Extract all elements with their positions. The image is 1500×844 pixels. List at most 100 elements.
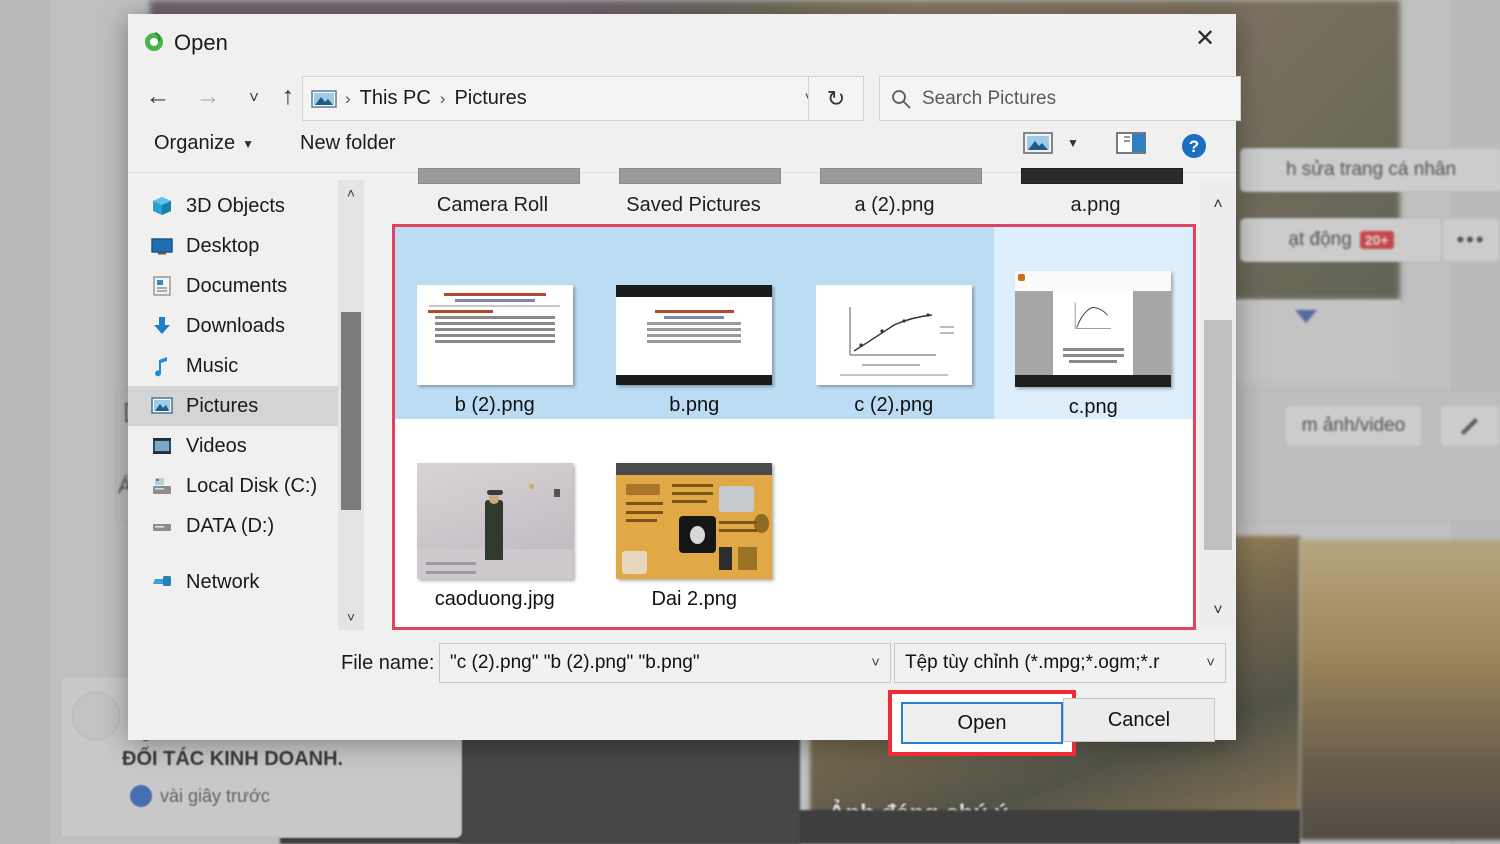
file-scroll-thumb[interactable] <box>1204 320 1232 550</box>
sidebar-label-documents: Documents <box>186 274 288 297</box>
sidebar-item-desktop[interactable]: Desktop <box>128 226 364 266</box>
sidebar-label-desktop: Desktop <box>186 234 260 257</box>
sidebar-item-pictures[interactable]: Pictures <box>128 386 364 426</box>
organize-button[interactable]: Organize ▼ <box>154 132 254 155</box>
dialog-footer: File name: "c (2).png" "b (2).png" "b.pn… <box>128 630 1236 756</box>
change-view-button[interactable]: ▼ <box>1023 131 1079 155</box>
refresh-icon[interactable]: ↻ <box>808 76 864 121</box>
browser-chrome <box>616 285 773 297</box>
breadcrumb-separator-1: › <box>439 88 446 108</box>
line-chart-preview <box>815 285 972 385</box>
file-thumbnail <box>416 285 573 385</box>
file-label: Dai 2.png <box>651 588 738 610</box>
sidebar-item-music[interactable]: Music <box>128 346 364 386</box>
file-type-chevron-down-icon[interactable]: ˅ <box>1206 654 1215 671</box>
sidebar-item-documents[interactable]: Documents <box>128 266 364 306</box>
file-item-caoduong-jpg[interactable]: caoduong.jpg <box>395 419 595 611</box>
image-thumb-stub <box>1021 168 1183 184</box>
file-label: a.png <box>1070 194 1121 216</box>
sidebar-item-3d-objects[interactable]: 3D Objects <box>128 186 364 226</box>
help-icon[interactable]: ? <box>1180 132 1208 160</box>
network-icon <box>150 570 174 594</box>
file-row: caoduong.jpg Dai 2.png <box>395 419 1193 611</box>
breadcrumb-this-pc[interactable]: This PC <box>355 87 436 110</box>
cancel-button-label: Cancel <box>1107 708 1171 731</box>
file-list-scrollbar[interactable]: ˄ ˅ <box>1200 180 1236 630</box>
file-browser-area: Camera Roll Saved Pictures a (2).png a.p… <box>392 168 1236 630</box>
file-scroll-down-chevron-down-icon[interactable]: ˅ <box>1200 596 1236 626</box>
dialog-titlebar: Open ✕ <box>128 14 1236 68</box>
sidebar-label-network: Network <box>186 570 260 593</box>
file-name-chevron-down-icon[interactable]: ˅ <box>871 654 880 671</box>
file-row: b (2).png b.png c (2).png c.png <box>395 227 1193 419</box>
back-arrow-icon[interactable]: ← <box>138 76 178 116</box>
documents-icon <box>150 274 174 298</box>
folder-thumb-stub <box>619 168 781 184</box>
caret-down-icon: ▼ <box>242 136 255 151</box>
file-label: Camera Roll <box>436 194 549 216</box>
file-item-b-png[interactable]: b.png <box>594 227 794 419</box>
sidebar-scroll-down-chevron-down-icon[interactable]: ˅ <box>338 604 364 630</box>
cancel-button[interactable]: Cancel <box>1063 698 1215 742</box>
file-item-a-png[interactable]: a.png <box>995 168 1196 224</box>
dialog-title: Open <box>174 30 228 55</box>
file-item-dai-2-png[interactable]: Dai 2.png <box>595 419 795 611</box>
dialog-body: 3D Objects Desktop Documents Downloads M… <box>128 168 1236 630</box>
file-name-input[interactable]: "c (2).png" "b (2).png" "b.png" ˅ <box>439 643 891 683</box>
file-type-value: Tệp tùy chỉnh (*.mpg;*.ogm;*.r <box>905 652 1160 673</box>
file-label: c.png <box>1068 396 1118 418</box>
file-item-saved-pictures[interactable]: Saved Pictures <box>593 168 794 224</box>
new-folder-button[interactable]: New folder <box>300 132 396 155</box>
file-label: caoduong.jpg <box>434 588 555 610</box>
file-thumbnail <box>416 463 573 579</box>
drive-icon <box>150 514 174 538</box>
file-partial-row-above: Camera Roll Saved Pictures a (2).png a.p… <box>392 168 1196 224</box>
sidebar-label-3d-objects: 3D Objects <box>186 194 285 217</box>
file-type-select[interactable]: Tệp tùy chỉnh (*.mpg;*.ogm;*.r ˅ <box>894 643 1226 683</box>
close-icon[interactable]: ✕ <box>1174 14 1236 62</box>
preview-pane-button[interactable] <box>1116 131 1146 155</box>
sidebar-scroll-thumb[interactable] <box>341 312 361 510</box>
file-empty-cell <box>794 419 994 611</box>
sidebar-label-music: Music <box>186 354 239 377</box>
view-caret-down-icon[interactable]: ▼ <box>1067 136 1079 150</box>
sidebar-item-network[interactable]: Network <box>128 562 364 602</box>
image-thumb-stub <box>820 168 982 184</box>
file-item-b2-png[interactable]: b (2).png <box>395 227 595 419</box>
open-button[interactable]: Open <box>901 702 1063 744</box>
navigation-sidebar: 3D Objects Desktop Documents Downloads M… <box>128 180 364 630</box>
file-label: Saved Pictures <box>626 194 761 216</box>
file-name-value: "c (2).png" "b (2).png" "b.png" <box>450 652 700 673</box>
sidebar-label-pictures: Pictures <box>186 394 259 417</box>
preview-pane-icon <box>1116 132 1146 154</box>
organize-label: Organize <box>154 132 236 154</box>
sidebar-label-local-disk-c: Local Disk (C:) <box>186 474 318 497</box>
sidebar-item-data-d[interactable]: DATA (D:) <box>128 506 364 546</box>
file-item-camera-roll[interactable]: Camera Roll <box>392 168 593 224</box>
breadcrumb-separator-0: › <box>345 88 351 108</box>
search-input[interactable]: Search Pictures <box>922 88 1056 110</box>
sidebar-item-videos[interactable]: Videos <box>128 426 364 466</box>
file-label: b (2).png <box>454 394 535 416</box>
sidebar-scroll-up-chevron-up-icon[interactable]: ˄ <box>338 180 364 206</box>
browser-taskbar <box>616 375 773 385</box>
local-disk-icon <box>150 474 174 498</box>
address-bar[interactable]: › This PC › Pictures ˅ <box>302 76 825 121</box>
forward-arrow-icon: → <box>195 81 221 110</box>
file-item-c2-png[interactable]: c (2).png <box>794 227 994 419</box>
breadcrumb-pictures[interactable]: Pictures <box>449 87 531 110</box>
file-label: a (2).png <box>854 194 935 216</box>
search-box[interactable]: Search Pictures <box>879 76 1241 121</box>
sidebar-item-local-disk-c[interactable]: Local Disk (C:) <box>128 466 364 506</box>
app-icon <box>145 32 163 51</box>
sidebar-scrollbar[interactable]: ˄ ˅ <box>338 180 364 630</box>
file-thumbnail <box>616 285 773 385</box>
file-item-a2-png[interactable]: a (2).png <box>794 168 995 224</box>
sidebar-item-downloads[interactable]: Downloads <box>128 306 364 346</box>
open-button-highlight: Open <box>888 690 1076 756</box>
desktop-icon <box>150 234 174 258</box>
file-item-c-png[interactable]: c.png <box>993 227 1193 419</box>
dialog-toolbar: Organize ▼ New folder ▼ ? <box>128 126 1236 173</box>
file-list[interactable]: b (2).png b.png c (2).png c.png caoduong… <box>392 224 1196 630</box>
file-scroll-up-chevron-up-icon[interactable]: ˄ <box>1200 190 1236 220</box>
